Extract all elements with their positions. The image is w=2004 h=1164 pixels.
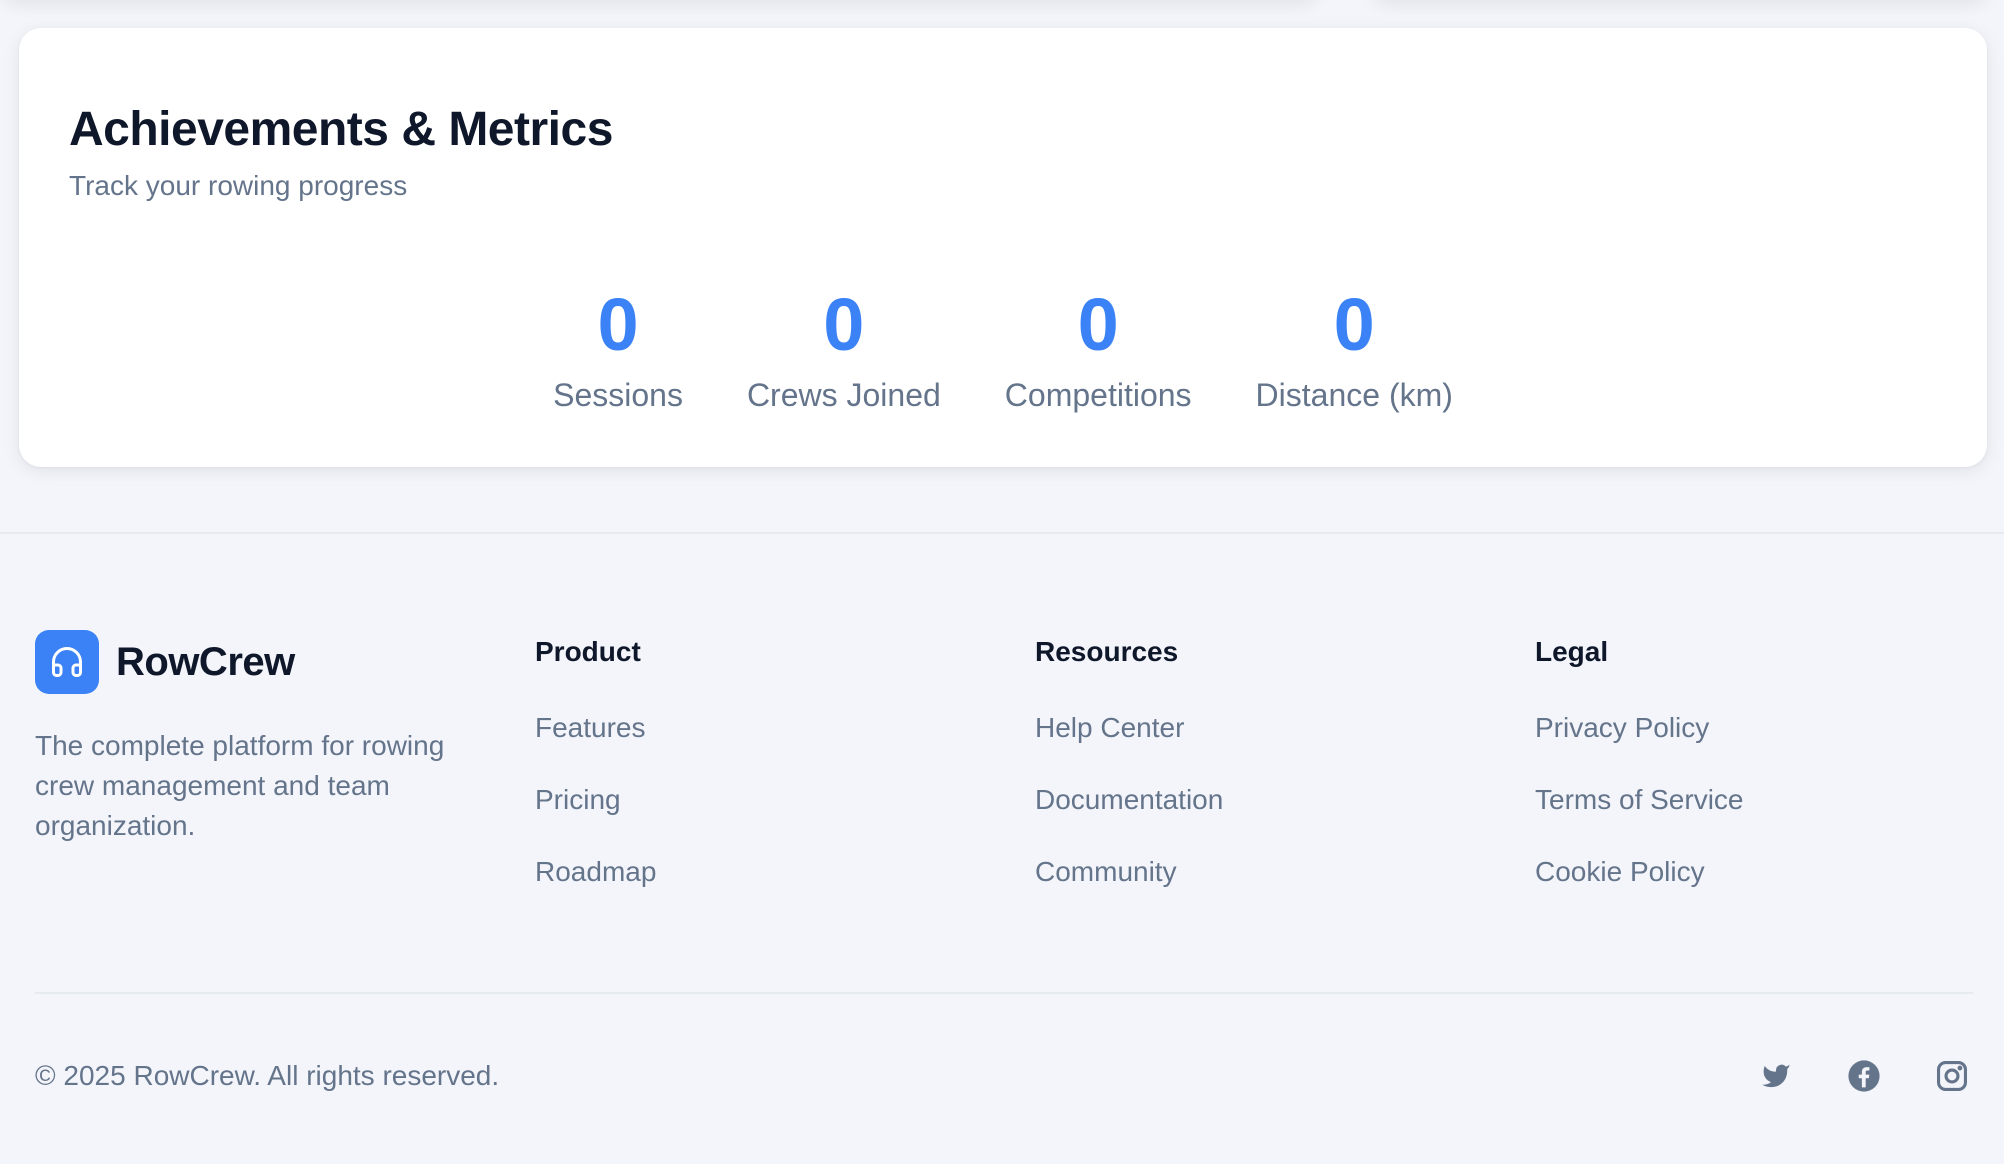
- footer-column-resources: Resources Help Center Documentation Comm…: [1035, 634, 1223, 887]
- stat-value: 0: [1077, 283, 1119, 366]
- column-title: Resources: [1035, 636, 1179, 667]
- brand-description: The complete platform for rowing crew ma…: [35, 730, 445, 841]
- stat-label: Crews Joined: [746, 377, 941, 413]
- footer-link-pricing[interactable]: Pricing: [535, 782, 621, 818]
- footer-link-features[interactable]: Features: [535, 710, 646, 746]
- footer-link-terms-of-service[interactable]: Terms of Service: [1535, 782, 1744, 818]
- stats-row: 0 Sessions 0 Crews Joined 0 Competitions…: [19, 283, 1987, 415]
- stat-label: Distance (km): [1255, 377, 1453, 413]
- copyright-text: © 2025 RowCrew. All rights reserved.: [35, 1060, 500, 1091]
- headphones-icon: [35, 630, 99, 694]
- metrics-subtitle: Track your rowing progress: [69, 170, 408, 201]
- stat-label: Competitions: [1004, 377, 1192, 413]
- stat-value: 0: [597, 283, 639, 366]
- footer-link-community[interactable]: Community: [1035, 854, 1177, 890]
- brand-name: RowCrew: [116, 639, 295, 684]
- footer-link-privacy-policy[interactable]: Privacy Policy: [1535, 710, 1709, 746]
- twitter-icon[interactable]: [1758, 1058, 1794, 1094]
- footer-link-documentation[interactable]: Documentation: [1035, 782, 1223, 818]
- stat-value: 0: [1333, 283, 1375, 366]
- social-links: [1758, 1058, 1970, 1094]
- stat-sessions: 0 Sessions: [553, 283, 683, 415]
- stat-competitions: 0 Competitions: [1005, 283, 1192, 415]
- stat-crews-joined: 0 Crews Joined: [747, 283, 941, 415]
- metrics-title: Achievements & Metrics: [69, 103, 613, 156]
- column-title: Product: [535, 636, 641, 667]
- instagram-icon[interactable]: [1934, 1058, 1970, 1094]
- footer-link-cookie-policy[interactable]: Cookie Policy: [1535, 854, 1705, 890]
- footer-link-roadmap[interactable]: Roadmap: [535, 854, 656, 890]
- footer-link-help-center[interactable]: Help Center: [1035, 710, 1184, 746]
- stat-value: 0: [823, 283, 865, 366]
- stat-distance: 0 Distance (km): [1256, 283, 1453, 415]
- footer-brand[interactable]: RowCrew: [35, 630, 295, 694]
- facebook-icon[interactable]: [1846, 1058, 1882, 1094]
- site-footer: RowCrew The complete platform for rowing…: [0, 532, 2004, 1164]
- stat-label: Sessions: [553, 377, 683, 413]
- footer-column-legal: Legal Privacy Policy Terms of Service Co…: [1535, 634, 1744, 887]
- column-title: Legal: [1535, 636, 1609, 667]
- footer-divider: [35, 992, 1973, 994]
- achievements-metrics-card: Achievements & Metrics Track your rowing…: [19, 28, 1987, 467]
- footer-column-product: Product Features Pricing Roadmap: [535, 634, 656, 887]
